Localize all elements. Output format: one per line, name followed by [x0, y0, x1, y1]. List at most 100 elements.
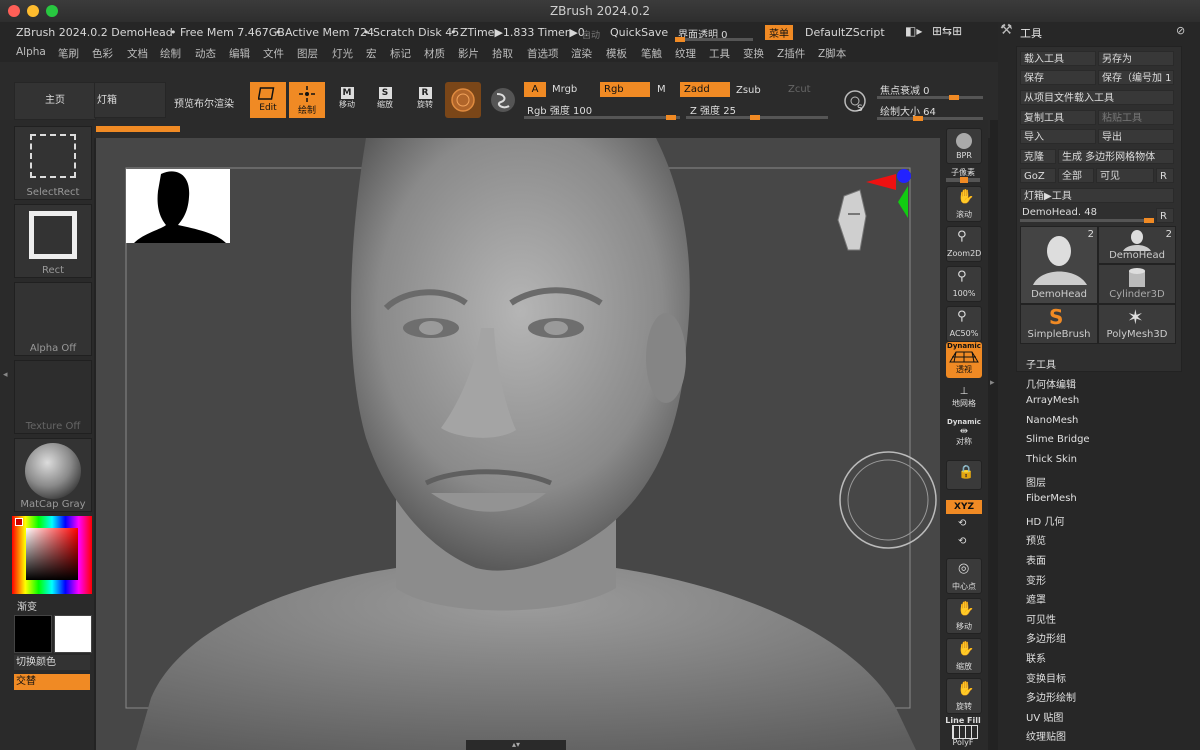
rect-stroke[interactable]: Rect	[14, 204, 92, 278]
menu-15[interactable]: 首选项	[527, 46, 559, 61]
floor-grid-button[interactable]: ⊥ 地网格	[946, 386, 982, 412]
ui-swap-icon[interactable]: ⊞⇆⊞	[932, 24, 962, 38]
menu-1[interactable]: 笔刷	[58, 46, 79, 61]
move-view-button[interactable]: ✋ 移动	[946, 598, 982, 634]
orientation-gizmo[interactable]	[826, 166, 916, 276]
goz-button[interactable]: GoZ	[1020, 168, 1056, 183]
cylinder3d-thumb[interactable]: Cylinder3D	[1098, 264, 1176, 304]
scale-view-button[interactable]: ✋ 缩放	[946, 638, 982, 674]
rotate-y-icon[interactable]: ⟲	[958, 518, 966, 529]
texture-swatch[interactable]	[489, 86, 517, 114]
texture-slot[interactable]: Texture Off	[14, 360, 92, 434]
subpalette-item[interactable]: 可见性	[1026, 611, 1056, 626]
lightbox-button[interactable]: 灯箱	[94, 82, 166, 118]
saturation-square[interactable]	[26, 528, 78, 580]
paste-tool-button[interactable]: 粘贴工具	[1098, 110, 1174, 125]
zoom2d-button[interactable]: ⚲ Zoom2D	[946, 226, 982, 262]
selectrect-brush[interactable]: SelectRect	[14, 126, 92, 200]
save-increment-button[interactable]: 保存（编号加 1	[1098, 70, 1174, 85]
goz-r-button[interactable]: R	[1156, 168, 1174, 183]
rotate-button[interactable]: R 旋转	[410, 84, 440, 116]
a-button[interactable]: A	[524, 82, 546, 97]
spotlight-button[interactable]: S	[843, 89, 867, 114]
zadd-button[interactable]: Zadd	[680, 82, 730, 97]
demohead-thumb-active[interactable]: DemoHead 2	[1020, 226, 1098, 304]
copy-tool-button[interactable]: 复制工具	[1020, 110, 1096, 125]
menu-19[interactable]: 纹理	[675, 46, 696, 61]
lock-button[interactable]: 🔒	[946, 460, 982, 490]
focal-shift-slider[interactable]	[877, 95, 983, 100]
polyframe-icon[interactable]	[952, 725, 978, 739]
secondary-color-swatch[interactable]	[14, 615, 52, 653]
subpalette-item[interactable]: Slime Bridge	[1026, 434, 1090, 445]
subpalette-item[interactable]: 子工具	[1026, 356, 1056, 371]
menu-20[interactable]: 工具	[709, 46, 730, 61]
perspective-button[interactable]: Dynamic 透视	[946, 342, 982, 378]
menu-12[interactable]: 材质	[424, 46, 445, 61]
menu-18[interactable]: 笔触	[641, 46, 662, 61]
menu-0[interactable]: Alpha	[16, 46, 46, 58]
menu-22[interactable]: Z插件	[777, 46, 805, 61]
subpalette-item[interactable]: Thick Skin	[1026, 454, 1077, 465]
draw-button[interactable]: 绘制	[289, 82, 325, 118]
matcap-slot[interactable]: MatCap Gray	[14, 438, 92, 512]
switch-color-button[interactable]: 切换颜色	[14, 655, 90, 670]
menu-5[interactable]: 动态	[195, 46, 216, 61]
subpalette-item[interactable]: 联系	[1026, 650, 1046, 665]
menu-21[interactable]: 变换	[743, 46, 764, 61]
menu-6[interactable]: 编辑	[229, 46, 250, 61]
rgb-button[interactable]: Rgb	[600, 82, 650, 97]
rotate-z-icon[interactable]: ⟲	[958, 536, 966, 547]
subpixel-slider[interactable]	[946, 177, 980, 183]
rgb-intensity-slider[interactable]	[524, 115, 680, 120]
color-picker[interactable]	[12, 516, 92, 594]
menu-11[interactable]: 标记	[390, 46, 411, 61]
subpalette-item[interactable]: 遮罩	[1026, 591, 1046, 606]
bottom-tray-toggle-icon[interactable]: ▴▾	[466, 740, 566, 750]
export-button[interactable]: 导出	[1098, 129, 1174, 144]
canvas-viewport[interactable]: ▴▾	[96, 138, 940, 750]
import-button[interactable]: 导入	[1020, 129, 1096, 144]
xyz-rotate-button[interactable]: XYZ	[946, 500, 982, 514]
subpalette-item[interactable]: 多边形绘制	[1026, 689, 1076, 704]
actual-size-button[interactable]: ⚲ 100%	[946, 266, 982, 302]
bool-render-button[interactable]: 预览布尔渲染	[174, 95, 234, 110]
subpalette-item[interactable]: 变形	[1026, 572, 1046, 587]
menu-13[interactable]: 影片	[458, 46, 479, 61]
save-as-button[interactable]: 另存为	[1098, 51, 1174, 66]
subpalette-item[interactable]: NanoMesh	[1026, 415, 1078, 426]
menu-4[interactable]: 绘制	[160, 46, 181, 61]
polymesh3d-thumb[interactable]: ✶ PolyMesh3D	[1098, 304, 1176, 344]
scroll-button[interactable]: ✋ 滚动	[946, 186, 982, 222]
clone-button[interactable]: 克隆	[1020, 149, 1056, 164]
menu-8[interactable]: 图层	[297, 46, 318, 61]
demohead-thumb[interactable]: DemoHead 2	[1098, 226, 1176, 264]
menu-16[interactable]: 渲染	[571, 46, 592, 61]
subpalette-item[interactable]: 图层	[1026, 474, 1046, 489]
half-size-button[interactable]: ⚲ AC50%	[946, 306, 982, 342]
right-tray-toggle-icon[interactable]: ▸	[990, 378, 995, 388]
subpalette-item[interactable]: 多边形组	[1026, 630, 1066, 645]
edit-button[interactable]: Edit	[250, 82, 286, 118]
tool-slider[interactable]	[1020, 218, 1154, 223]
make-polymesh-button[interactable]: 生成 多边形网格物体	[1058, 149, 1174, 164]
rotate-view-button[interactable]: ✋ 旋转	[946, 678, 982, 714]
polyf-label[interactable]: PolyF	[940, 738, 986, 747]
menus-toggle[interactable]: 菜单	[765, 25, 793, 40]
silhouette-preview[interactable]	[126, 169, 230, 243]
zsub-button[interactable]: Zsub	[736, 85, 761, 96]
m-button[interactable]: M	[657, 84, 666, 95]
zcut-button[interactable]: Zcut	[788, 84, 811, 95]
subpalette-item[interactable]: 变换目标	[1026, 670, 1066, 685]
scale-button[interactable]: S 缩放	[370, 84, 400, 116]
alternate-button[interactable]: 交替	[14, 674, 90, 690]
palette-options-icon[interactable]: ⊘	[1176, 24, 1185, 37]
subpalette-item[interactable]: 纹理贴图	[1026, 728, 1066, 743]
menu-10[interactable]: 宏	[366, 46, 377, 61]
menu-3[interactable]: 文档	[127, 46, 148, 61]
z-intensity-slider[interactable]	[686, 115, 828, 120]
center-point-button[interactable]: ◎ 中心点	[946, 558, 982, 594]
menu-2[interactable]: 色彩	[92, 46, 113, 61]
left-tray-toggle-icon[interactable]: ◂	[3, 370, 9, 388]
all-button[interactable]: 全部	[1058, 168, 1094, 183]
